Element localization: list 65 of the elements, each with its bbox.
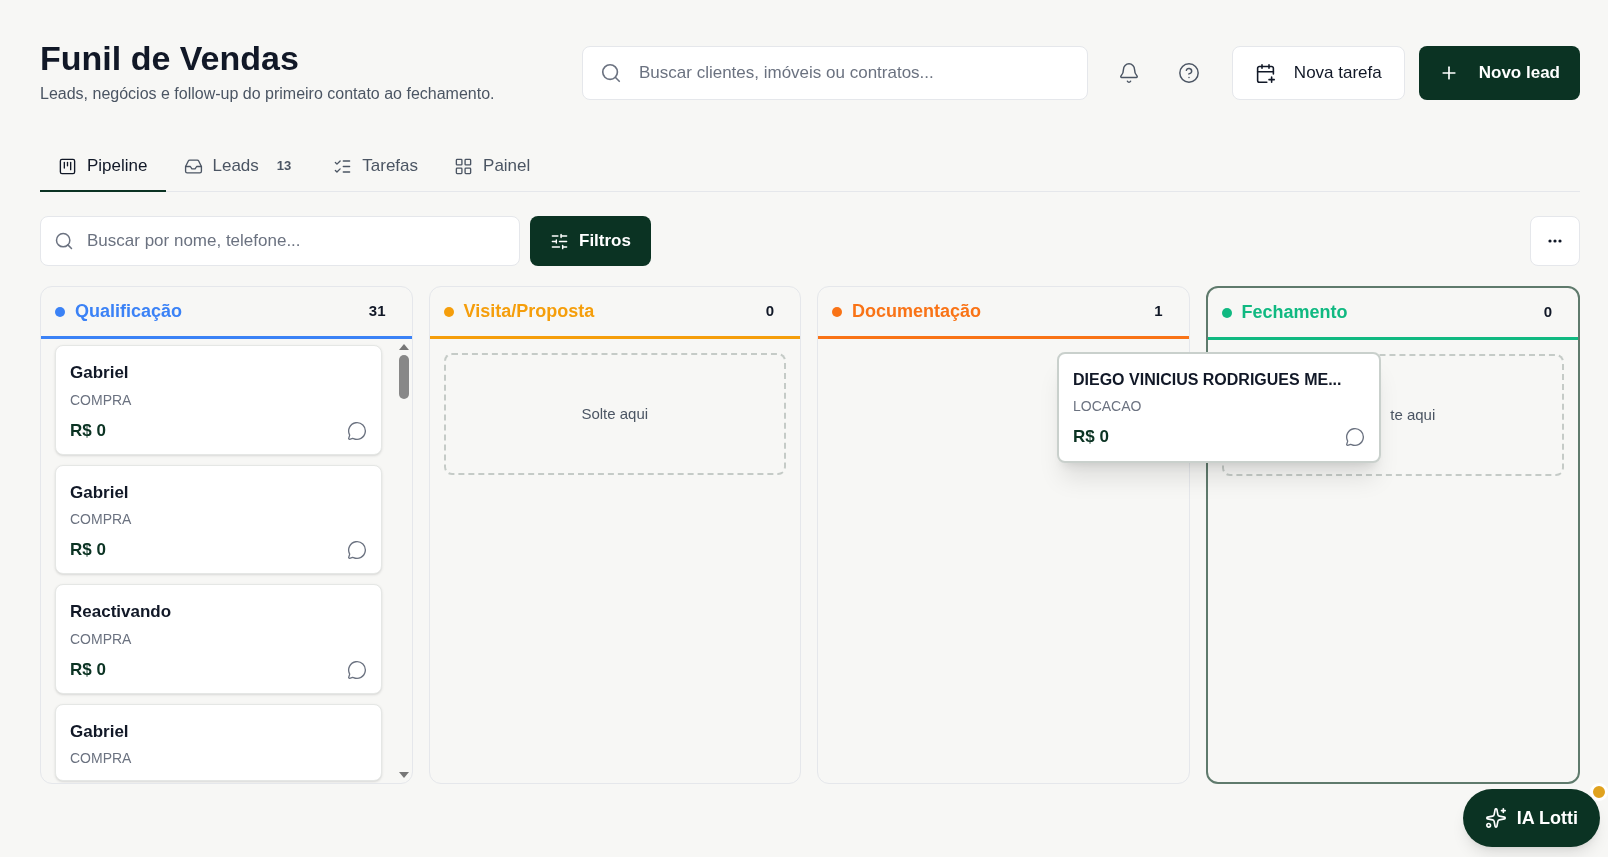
chat-icon[interactable] <box>346 540 367 560</box>
tab[interactable]: Pipeline <box>40 142 166 192</box>
help-icon <box>1178 62 1200 84</box>
deal-value: R$ 0 <box>70 658 106 681</box>
assistant-button[interactable]: IA Lotti <box>1462 789 1600 847</box>
column-title: Visita/Proposta <box>463 300 595 323</box>
column-count: 31 <box>368 301 386 322</box>
deal-type: COMPRA <box>70 390 133 410</box>
deal-value: R$ 0 <box>70 419 106 442</box>
search-icon <box>600 62 622 84</box>
filters-button[interactable]: Filtros <box>530 216 651 266</box>
tab-label: Leads <box>212 155 259 178</box>
deal-value: R$ 0 <box>70 539 106 561</box>
tab-label: Painel <box>483 155 531 178</box>
lead-card[interactable]: Reactivando COMPRA R$ 0 <box>55 584 382 694</box>
deal-type: LOCACAO <box>1073 397 1143 416</box>
deal-value: R$ 0 <box>1073 426 1109 448</box>
deal-type: COMPRA <box>70 629 133 649</box>
lead-card[interactable]: Gabriel COMPRA <box>55 703 382 781</box>
lead-name: Gabriel <box>70 720 130 743</box>
lead-card[interactable]: Gabriel COMPRA R$ 0 <box>55 464 382 574</box>
calendar-icon <box>1254 62 1276 84</box>
tab-label: Tarefas <box>362 155 419 178</box>
help-button[interactable] <box>1176 60 1202 86</box>
tab-count: 13 <box>276 157 292 176</box>
tab[interactable]: Painel <box>436 142 549 192</box>
lead-name: Reactivando <box>70 601 173 623</box>
lead-search-field[interactable]: Buscar por nome, telefone... <box>40 216 520 266</box>
chat-icon[interactable] <box>346 420 367 441</box>
sliders-icon <box>550 231 569 251</box>
new-task-button[interactable]: Nova tarefa <box>1231 46 1405 100</box>
ellipsis-icon <box>1548 239 1562 243</box>
column-title: Documentação <box>852 300 982 323</box>
inbox-icon <box>183 156 203 176</box>
chat-icon[interactable] <box>1345 427 1365 447</box>
grid-icon <box>454 156 474 176</box>
deal-type: COMPRA <box>70 749 133 768</box>
lead-name: Gabriel <box>70 481 130 504</box>
sparkles-icon <box>1484 807 1507 829</box>
chat-icon[interactable] <box>346 659 367 680</box>
column-count: 0 <box>765 301 774 322</box>
deal-type: COMPRA <box>70 510 133 529</box>
search-icon <box>54 231 74 251</box>
scrollbar-thumb[interactable] <box>398 355 409 399</box>
tab[interactable]: Tarefas <box>315 142 437 192</box>
lead-name: Gabriel <box>70 362 130 384</box>
bell-icon <box>1118 62 1140 84</box>
column-count: 0 <box>1543 302 1552 323</box>
kanban-icon <box>58 156 77 176</box>
column-title: Qualificação <box>75 300 183 323</box>
global-search-field[interactable]: Buscar clientes, imóveis ou contratos... <box>582 46 1088 100</box>
drag-preview-overlay[interactable]: DIEGO VINICIUS RODRIGUES ME... LOCACAO R$ 0 <box>1057 352 1381 463</box>
scroll-up-icon[interactable] <box>397 343 410 351</box>
drop-zone[interactable]: Solte aqui <box>443 353 786 475</box>
column-count: 1 <box>1154 301 1163 322</box>
new-lead-button[interactable]: Novo lead <box>1418 46 1580 100</box>
lead-card[interactable]: Gabriel COMPRA R$ 0 <box>55 345 382 455</box>
column-title: Fechamento <box>1241 301 1348 324</box>
scroll-down-icon[interactable] <box>397 771 410 779</box>
page-subtitle: Leads, negócios e follow-up do primeiro contato ao fechamento. <box>40 84 496 104</box>
drop-zone-label: Solte aqui <box>581 403 649 424</box>
page-title: Funil de Vendas <box>40 38 300 79</box>
drop-zone-label: te aqui <box>1390 404 1436 425</box>
tab[interactable]: Leads 13 <box>165 142 316 192</box>
tab-label: Pipeline <box>87 155 148 178</box>
